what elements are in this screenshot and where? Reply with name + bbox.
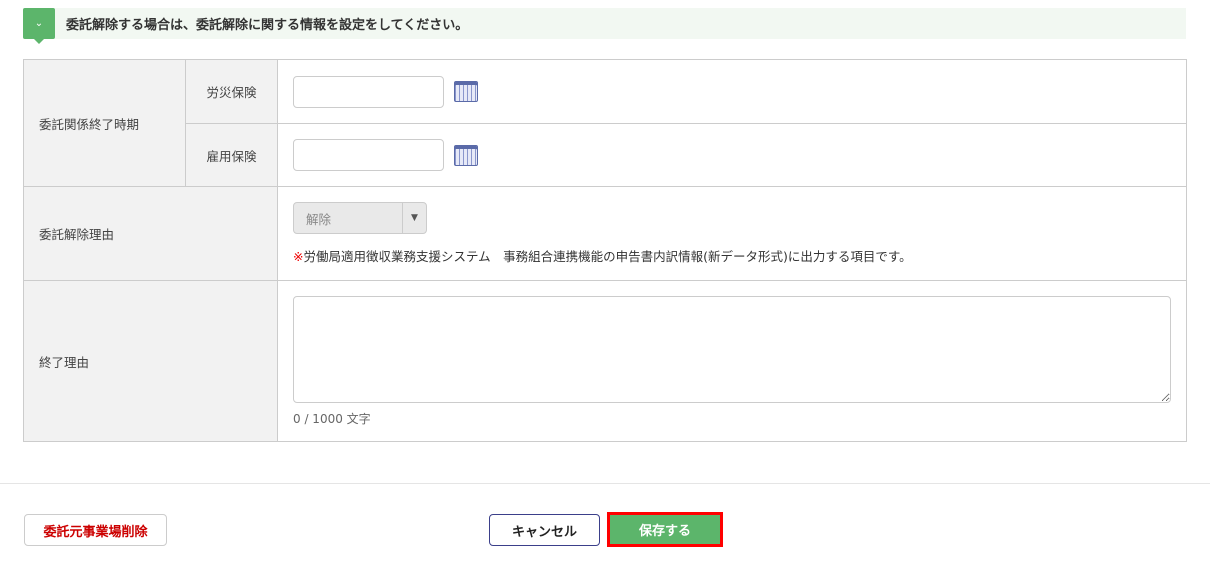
note-mark: ※ <box>293 249 304 264</box>
koyou-label: 雇用保険 <box>185 123 278 187</box>
calendar-icon[interactable] <box>454 81 478 102</box>
note-text: 労働局適用徴収業務支援システム 事務組合連携機能の申告書内訳情報(新データ形式)… <box>303 249 912 264</box>
collapse-toggle[interactable]: ⌄ <box>23 8 55 44</box>
section-title: 委託解除する場合は、委託解除に関する情報を設定をしてください。 <box>66 18 469 33</box>
chevron-down-icon: ⌄ <box>34 18 44 29</box>
caret-down-icon: ▼ <box>402 203 426 233</box>
koyou-date-input[interactable] <box>293 139 444 171</box>
save-button[interactable]: 保存する <box>607 512 723 547</box>
reason-selected: 解除 <box>306 211 332 227</box>
reason-label: 委託解除理由 <box>23 186 278 281</box>
rousai-date-input[interactable] <box>293 75 444 108</box>
reason-select[interactable]: 解除 ▼ <box>293 202 427 234</box>
cancel-button[interactable]: キャンセル <box>489 514 600 546</box>
calendar-icon[interactable] <box>454 144 478 166</box>
divider <box>0 483 1210 484</box>
char-count: 0 / 1000 文字 <box>293 411 371 426</box>
end-reason-label: 終了理由 <box>23 280 278 442</box>
rousai-label: 労災保険 <box>185 59 278 124</box>
note: ※労働局適用徴収業務支援システム 事務組合連携機能の申告書内訳情報(新データ形式… <box>293 246 1186 265</box>
cancellation-form: 委託関係終了時期 労災保険 雇用保険 委託解除理由 解除 ▼ ※労働局適用徴収業務… <box>23 59 1187 442</box>
end-period-label: 委託関係終了時期 <box>23 59 186 187</box>
section-header: ⌄ 委託解除する場合は、委託解除に関する情報を設定をしてください。 <box>23 8 1186 44</box>
delete-button[interactable]: 委託元事業場削除 <box>24 514 167 546</box>
end-reason-textarea[interactable] <box>293 295 1171 403</box>
